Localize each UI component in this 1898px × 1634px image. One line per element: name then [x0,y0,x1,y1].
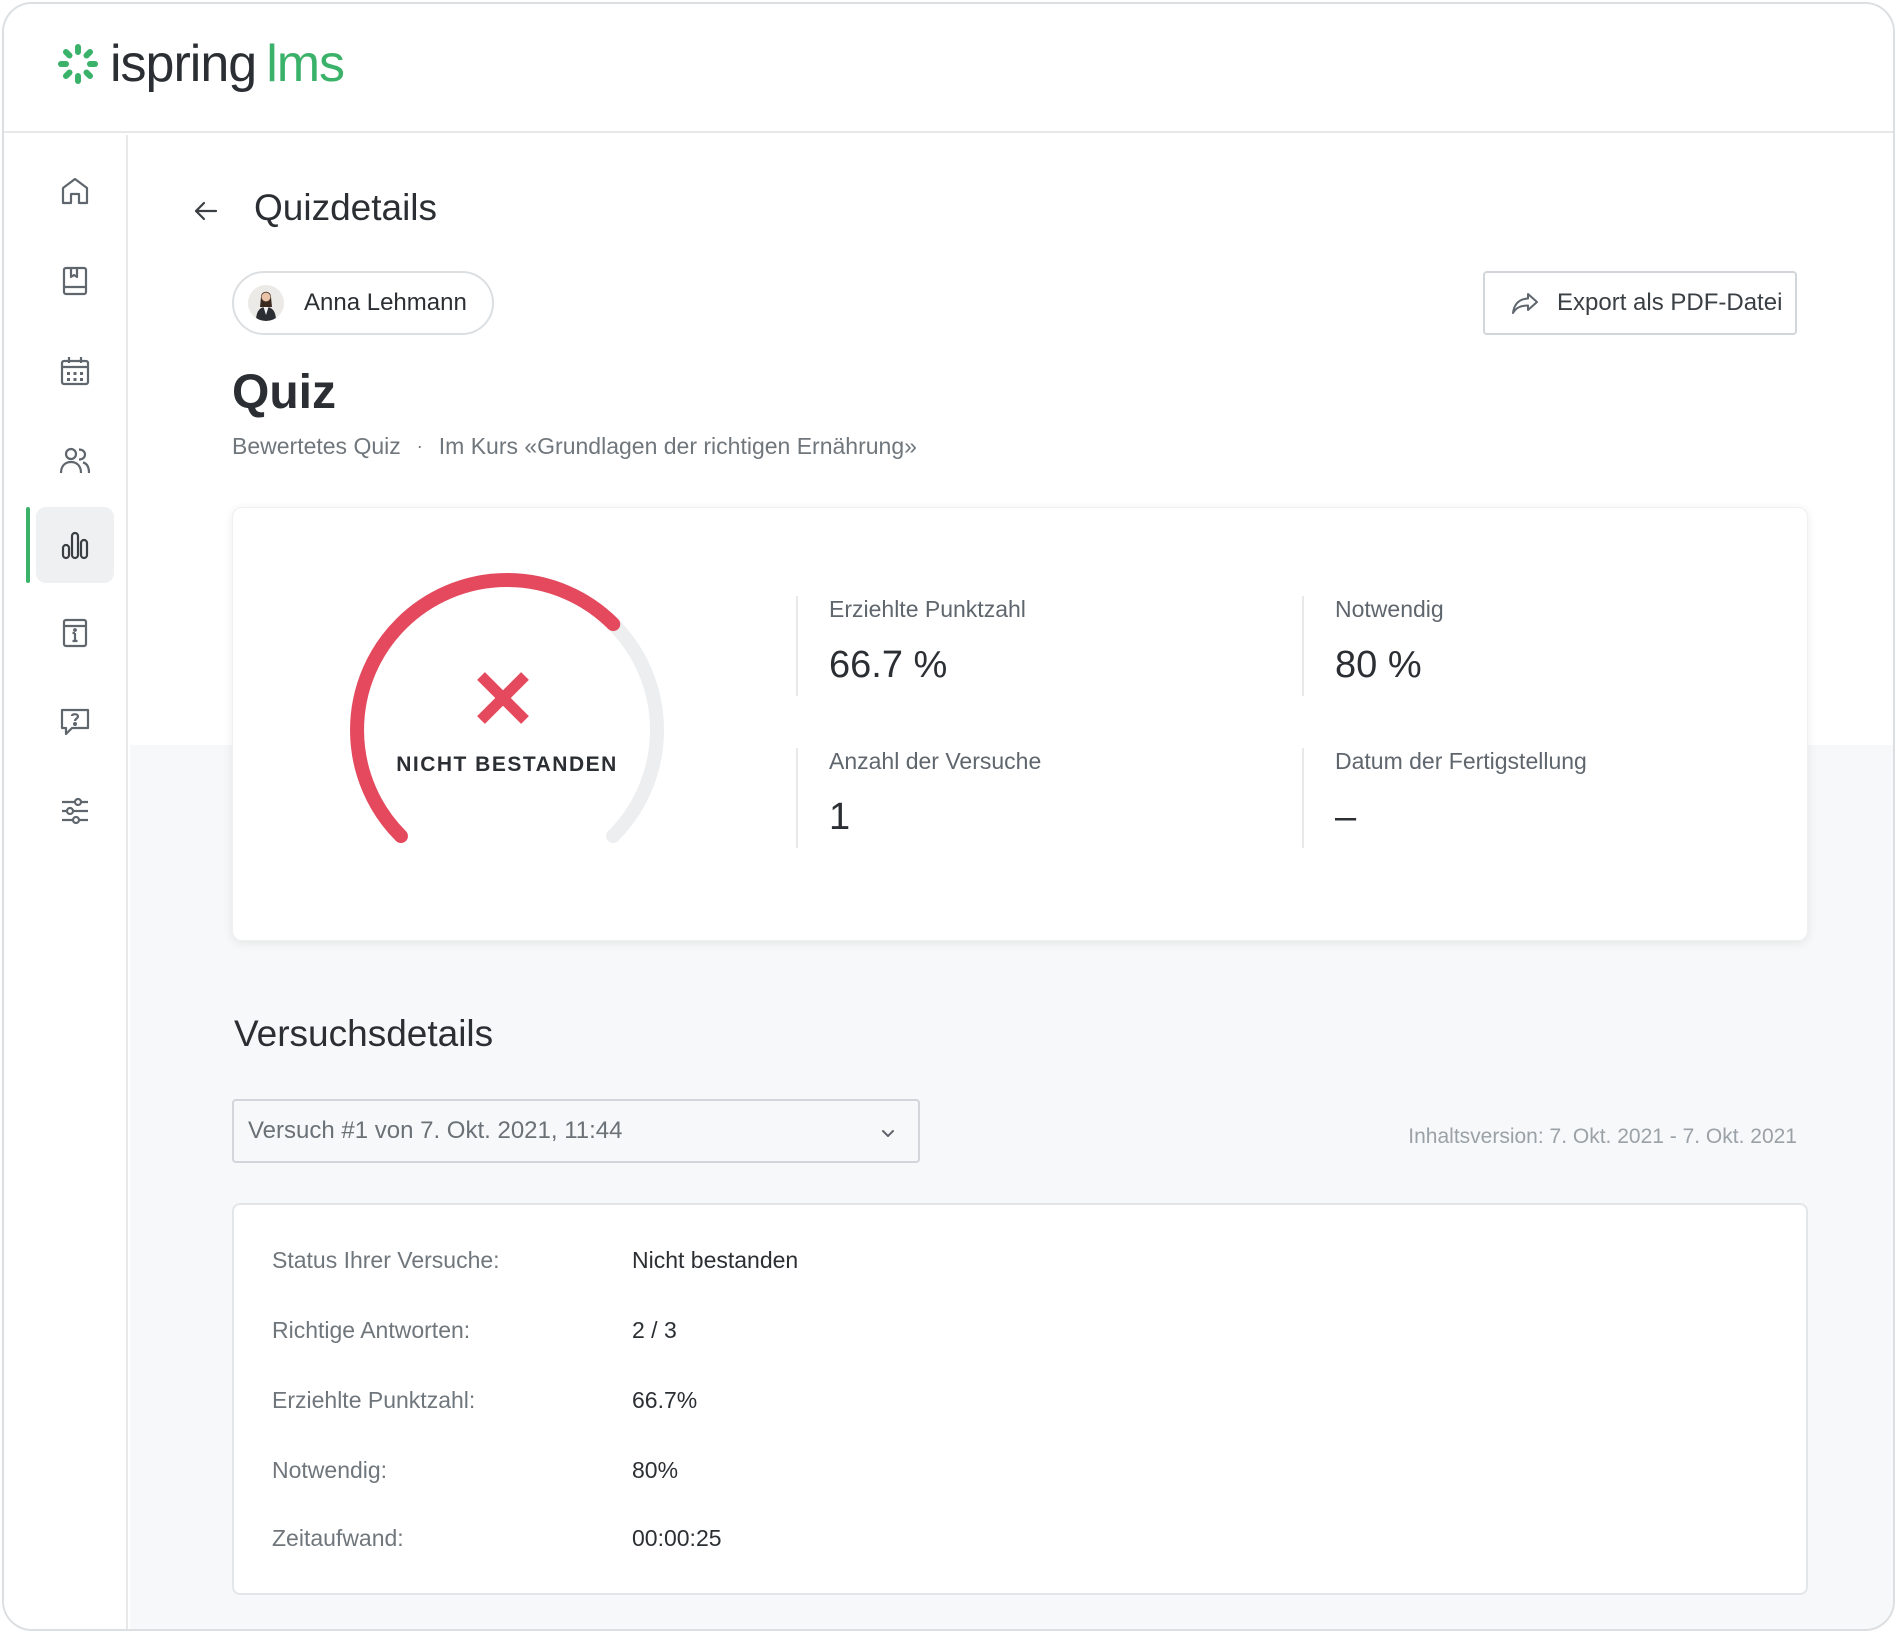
detail-row: Erziehlte Punktzahl: 66.7% [272,1387,697,1414]
logo-text-ispring: ispring [110,35,257,93]
stat-divider [796,748,798,848]
attempt-details-card: Status Ihrer Versuche: Nicht bestanden R… [232,1203,1808,1595]
sidebar-item-reports[interactable] [36,507,114,583]
attempt-select[interactable]: Versuch #1 von 7. Okt. 2021, 11:44 [232,1099,920,1163]
detail-label: Status Ihrer Versuche: [272,1247,500,1273]
quiz-type: Bewertetes Quiz [232,433,401,459]
export-pdf-button[interactable]: Export als PDF-Datei [1483,271,1797,335]
score-label: Erziehlte Punktzahl [829,596,1026,622]
quiz-subtitle: Bewertetes Quiz · Im Kurs «Grundlagen de… [232,433,917,460]
logo-text-lms: lms [266,35,345,93]
share-arrow-icon [1512,293,1538,314]
attempt-select-value: Versuch #1 von 7. Okt. 2021, 11:44 [248,1117,623,1144]
separator-dot: · [416,436,423,456]
sliders-icon [62,797,88,825]
sidebar-item-users[interactable] [36,423,114,499]
sidebar-active-indicator [26,507,30,583]
sidebar-item-home[interactable] [36,153,114,229]
quiz-course: Im Kurs «Grundlagen der richtigen Ernähr… [438,433,917,459]
question-icon [60,708,90,736]
detail-value: 2 / 3 [632,1317,677,1343]
info-icon [62,618,88,648]
detail-row: Notwendig: 80% [272,1457,678,1484]
result-gauge [350,573,664,844]
back-button[interactable] [186,191,226,231]
result-summary-card: NICHT BESTANDEN Erziehlte Punktzahl 66.7… [232,507,1808,941]
stat-divider [1302,748,1304,848]
detail-value: 00:00:25 [632,1525,722,1551]
sidebar-item-info[interactable] [36,595,114,671]
ispring-logo-icon [58,44,98,84]
detail-row: Richtige Antworten: 2 / 3 [272,1317,677,1344]
score-value: 66.7 % [829,644,948,686]
detail-label: Zeitaufwand: [272,1525,404,1551]
calendar-icon [60,357,90,386]
detail-value: Nicht bestanden [632,1247,799,1273]
arrow-left-icon [194,201,218,221]
main-content: Quizdetails Anna Lehmann Export als PDF-… [130,135,1893,1629]
page-title: Quizdetails [254,187,438,228]
app-window: ispring lms Quizdetails Anna Lehmann Exp… [2,2,1895,1631]
detail-label: Richtige Antworten: [272,1317,471,1343]
detail-label: Notwendig: [272,1457,388,1483]
export-pdf-label: Export als PDF-Datei [1557,289,1783,316]
logo-text: ispring lms [110,35,345,93]
avatar [248,285,284,321]
users-icon [59,447,91,474]
detail-label: Erziehlte Punktzahl: [272,1387,476,1413]
ispring-logo[interactable]: ispring lms [56,35,345,93]
attempts-value: 1 [829,796,851,838]
required-value: 80 % [1335,644,1422,686]
detail-value: 80% [632,1457,679,1483]
detail-value: 66.7% [632,1387,698,1413]
chevron-down-icon [882,1130,894,1137]
user-chip[interactable]: Anna Lehmann [232,271,494,335]
stat-divider [1302,596,1304,696]
sidebar-item-courses[interactable] [36,243,114,319]
fail-x-icon [477,672,529,724]
attempts-label: Anzahl der Versuche [829,748,1042,774]
completion-date-value: – [1335,796,1357,838]
sidebar-item-help[interactable] [36,683,114,759]
bar-chart-icon [61,531,89,560]
quiz-title: Quiz [232,366,336,419]
stat-divider [796,596,798,696]
user-name: Anna Lehmann [304,289,467,316]
app-header: ispring lms [4,4,1893,133]
sidebar-item-settings[interactable] [36,773,114,849]
attempt-details-title: Versuchsdetails [234,1013,494,1054]
required-label: Notwendig [1335,596,1444,622]
book-icon [62,266,88,296]
result-status-label: NICHT BESTANDEN [396,753,618,776]
sidebar-item-calendar[interactable] [36,333,114,409]
content-version-note: Inhaltsversion: 7. Okt. 2021 - 7. Okt. 2… [1408,1125,1797,1148]
sidebar-nav [4,135,128,1629]
home-icon [61,177,89,205]
completion-date-label: Datum der Fertigstellung [1335,748,1587,774]
detail-row: Zeitaufwand: 00:00:25 [272,1525,722,1552]
detail-row: Status Ihrer Versuche: Nicht bestanden [272,1247,798,1274]
